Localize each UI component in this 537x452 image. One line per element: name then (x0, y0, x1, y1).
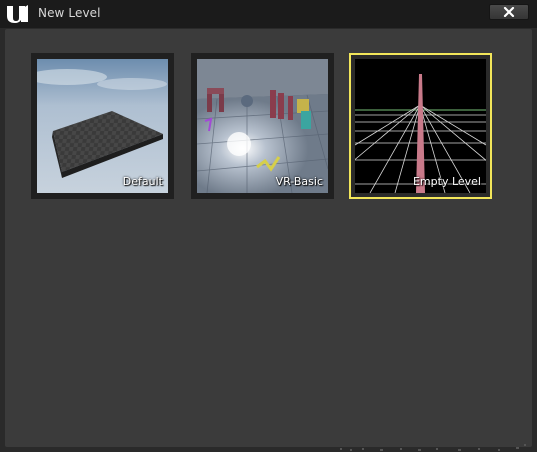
unreal-engine-logo-icon (7, 5, 28, 23)
empty-level-preview-image (355, 59, 486, 193)
template-label-default: Default (122, 175, 163, 188)
template-thumbnail-default: Default (37, 59, 168, 193)
window-title: New Level (38, 6, 101, 20)
default-preview-image (37, 59, 168, 193)
template-tile-default[interactable]: Default (31, 53, 174, 199)
template-tile-vr-basic[interactable]: VR-Basic (191, 53, 334, 199)
template-label-vr-basic: VR-Basic (275, 175, 323, 188)
template-thumbnail-empty-level: Empty Level (355, 59, 486, 193)
template-panel: Default VR-Basic Empty Level (5, 29, 532, 447)
title-bar[interactable]: New Level (0, 0, 537, 28)
template-thumbnail-vr-basic: VR-Basic (197, 59, 328, 193)
resize-grip-icon[interactable] (340, 444, 530, 452)
vr-basic-preview-image (197, 59, 328, 193)
close-button[interactable] (489, 4, 529, 20)
close-x-icon (503, 7, 515, 17)
template-tile-empty-level[interactable]: Empty Level (349, 53, 492, 199)
template-label-empty-level: Empty Level (412, 175, 481, 188)
new-level-dialog: New Level Default VR-Basic Empty Level (0, 0, 537, 452)
